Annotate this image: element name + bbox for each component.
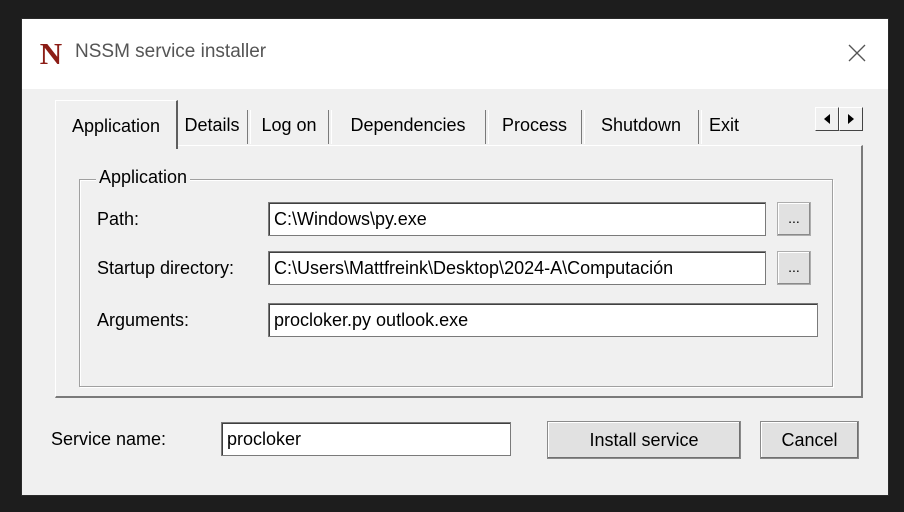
triangle-right-icon <box>848 114 854 124</box>
tab-process[interactable]: Process <box>490 104 579 146</box>
tab-details[interactable]: Details <box>179 104 245 146</box>
triangle-left-icon <box>824 114 830 124</box>
tab-separator <box>581 110 585 144</box>
cancel-button[interactable]: Cancel <box>760 421 859 459</box>
startup-directory-input[interactable]: C:\Users\Mattfreink\Desktop\2024-A\Compu… <box>268 251 766 285</box>
tab-application[interactable]: Application <box>55 100 178 149</box>
service-name-label: Service name: <box>51 429 167 449</box>
path-browse-button[interactable]: ... <box>777 202 811 236</box>
tab-shutdown[interactable]: Shutdown <box>586 104 696 146</box>
application-tab-panel: Application Path: C:\Windows\py.exe ... … <box>55 145 863 398</box>
path-input[interactable]: C:\Windows\py.exe <box>268 202 766 236</box>
tab-separator <box>247 110 251 144</box>
startup-directory-browse-button[interactable]: ... <box>777 251 811 285</box>
tab-separator <box>698 110 702 144</box>
tab-separator <box>485 110 489 144</box>
close-icon[interactable] <box>840 35 874 71</box>
arguments-label: Arguments: <box>97 310 190 330</box>
tab-exit[interactable]: Exit <box>703 104 813 146</box>
tab-separator <box>328 110 332 144</box>
window-title: NSSM service installer <box>75 41 267 62</box>
title-bar[interactable]: N NSSM service installer <box>22 19 888 89</box>
path-label: Path: <box>97 209 140 229</box>
tab-strip: Application Details Log on Dependencies … <box>55 100 863 149</box>
tab-dependencies[interactable]: Dependencies <box>333 104 483 146</box>
startup-directory-label: Startup directory: <box>97 258 235 278</box>
group-title: Application <box>96 167 191 188</box>
tab-log-on[interactable]: Log on <box>252 104 326 146</box>
tab-scroll-buttons <box>815 107 863 131</box>
tab-scroll-right-button[interactable] <box>839 107 863 131</box>
install-service-button[interactable]: Install service <box>547 421 741 459</box>
application-groupbox: Application Path: C:\Windows\py.exe ... … <box>79 167 833 387</box>
nssm-installer-window: N NSSM service installer Application Det… <box>22 19 888 495</box>
arguments-input[interactable]: procloker.py outlook.exe <box>268 303 818 337</box>
service-name-input[interactable]: procloker <box>221 422 511 456</box>
nssm-logo-icon: N <box>39 36 63 71</box>
tab-scroll-left-button[interactable] <box>815 107 839 131</box>
